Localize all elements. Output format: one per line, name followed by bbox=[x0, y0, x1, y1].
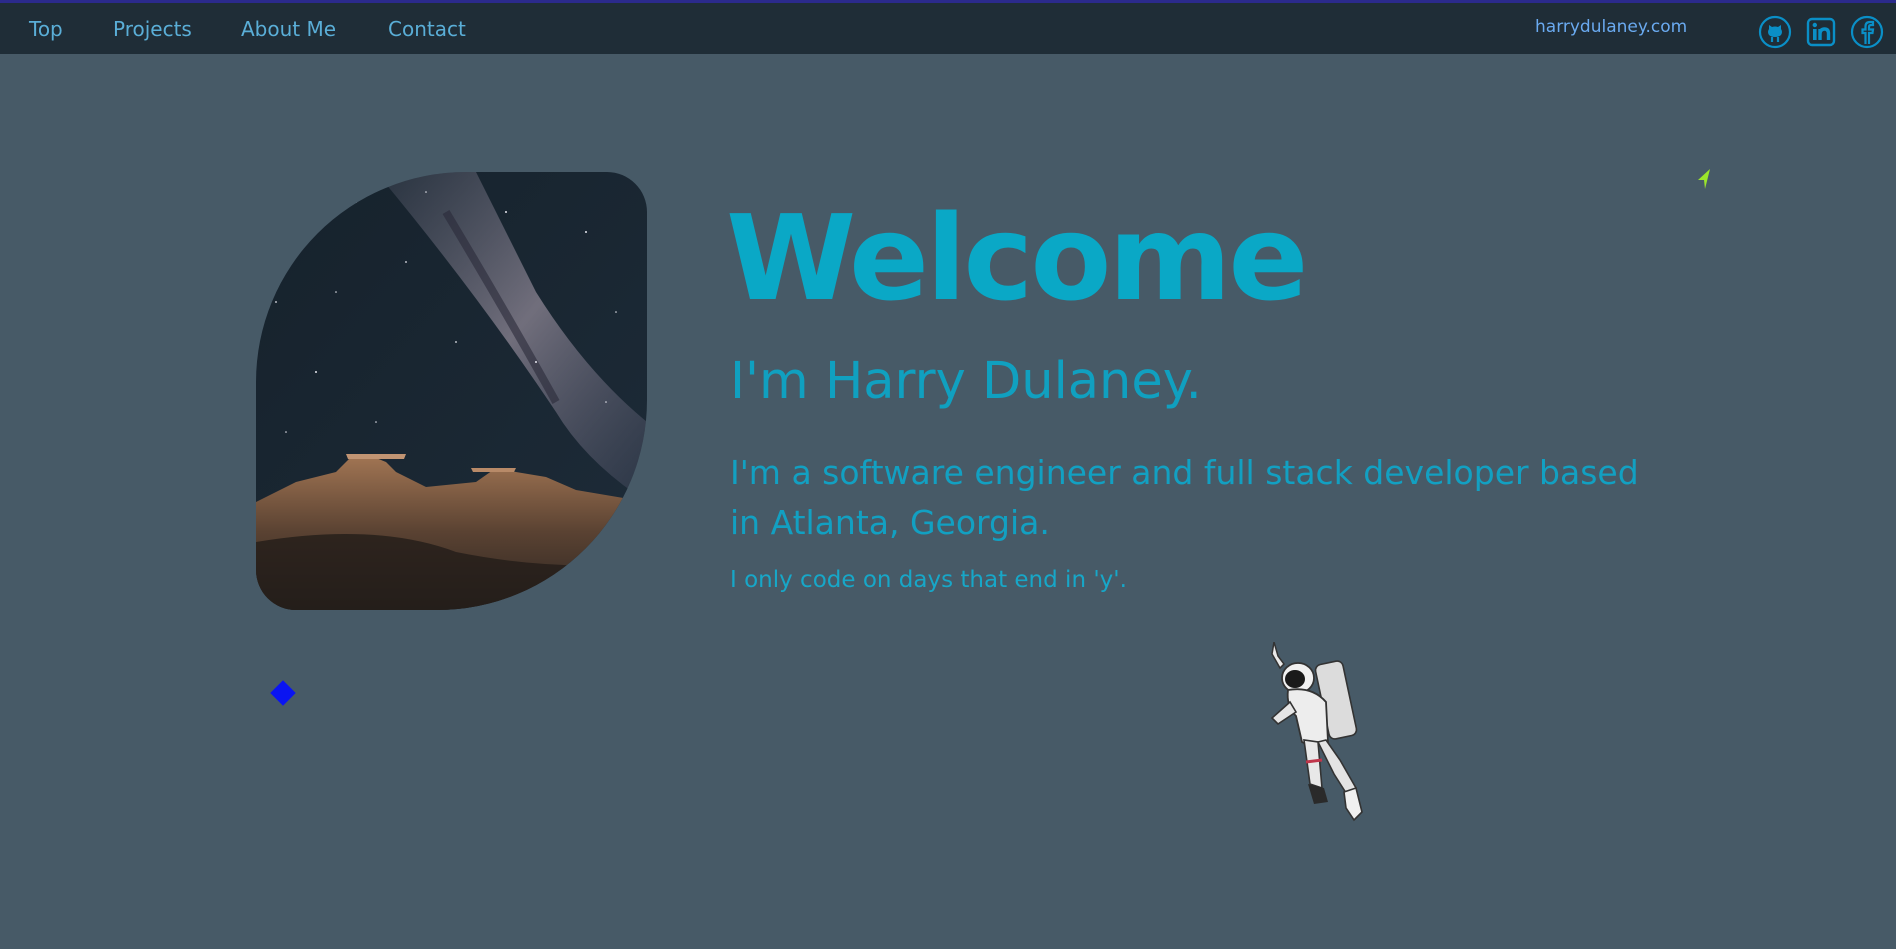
linkedin-icon[interactable] bbox=[1804, 15, 1838, 49]
blue-diamond-shape bbox=[270, 680, 296, 706]
tagline: I only code on days that end in 'y'. bbox=[730, 567, 1127, 593]
name-heading: I'm Harry Dulaney. bbox=[730, 352, 1202, 411]
welcome-heading: Welcome bbox=[726, 189, 1308, 327]
nav-link-about-me[interactable]: About Me bbox=[241, 17, 336, 41]
nav-link-top[interactable]: Top bbox=[29, 17, 63, 41]
green-arrow-icon bbox=[1698, 169, 1710, 189]
nav-link-contact[interactable]: Contact bbox=[388, 17, 466, 41]
github-icon[interactable] bbox=[1758, 15, 1792, 49]
bio-description: I'm a software engineer and full stack d… bbox=[730, 453, 1639, 542]
night-sky-photo bbox=[256, 172, 647, 610]
facebook-icon[interactable] bbox=[1850, 15, 1884, 49]
nav-link-projects[interactable]: Projects bbox=[113, 17, 192, 41]
navbar: Top Projects About Me Contact harrydulan… bbox=[0, 3, 1896, 54]
astronaut-illustration bbox=[1270, 642, 1363, 822]
brand-link[interactable]: harrydulaney.com bbox=[1535, 17, 1687, 37]
